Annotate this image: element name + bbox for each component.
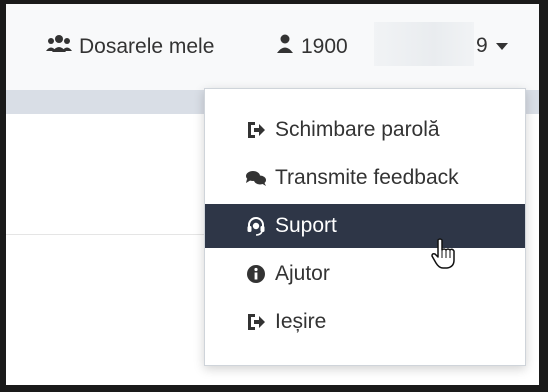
nav-user-label: 1900	[301, 35, 348, 58]
menu-item-label: Schimbare parolă	[275, 118, 440, 141]
menu-item-send-feedback[interactable]: Transmite feedback	[205, 156, 525, 200]
nav-my-files-label: Dosarele mele	[79, 35, 215, 58]
nav-my-files[interactable]: Dosarele mele	[46, 34, 214, 60]
user-icon	[276, 34, 294, 60]
menu-item-label: Transmite feedback	[275, 166, 459, 189]
menu-item-label: Suport	[275, 214, 337, 237]
top-navbar: Dosarele mele 1900 9	[6, 4, 539, 90]
menu-item-support[interactable]: Suport	[205, 204, 525, 248]
menu-item-logout[interactable]: Ieșire	[205, 300, 525, 344]
user-menu-number: 9	[476, 34, 488, 57]
redacted-area	[374, 22, 474, 66]
info-icon	[245, 263, 267, 285]
user-menu-toggle[interactable]: 9	[476, 34, 508, 58]
comments-icon	[245, 167, 267, 189]
user-dropdown-menu: Schimbare parolă Transmite feedback Supo…	[204, 88, 526, 366]
screenshot-frame: Dosarele mele 1900 9 Schimbare parolă Tr…	[6, 4, 539, 385]
headset-icon	[245, 215, 267, 237]
menu-item-label: Ajutor	[275, 262, 330, 285]
users-icon	[46, 34, 72, 60]
chevron-down-icon	[495, 42, 508, 50]
content-divider	[6, 234, 206, 235]
sign-out-icon	[245, 119, 267, 141]
menu-item-label: Ieșire	[275, 310, 327, 333]
menu-item-help[interactable]: Ajutor	[205, 252, 525, 296]
sign-out-icon	[245, 311, 267, 333]
hand-pointer-cursor-icon	[431, 238, 457, 275]
menu-item-change-password[interactable]: Schimbare parolă	[205, 108, 525, 152]
nav-user[interactable]: 1900	[276, 34, 348, 60]
